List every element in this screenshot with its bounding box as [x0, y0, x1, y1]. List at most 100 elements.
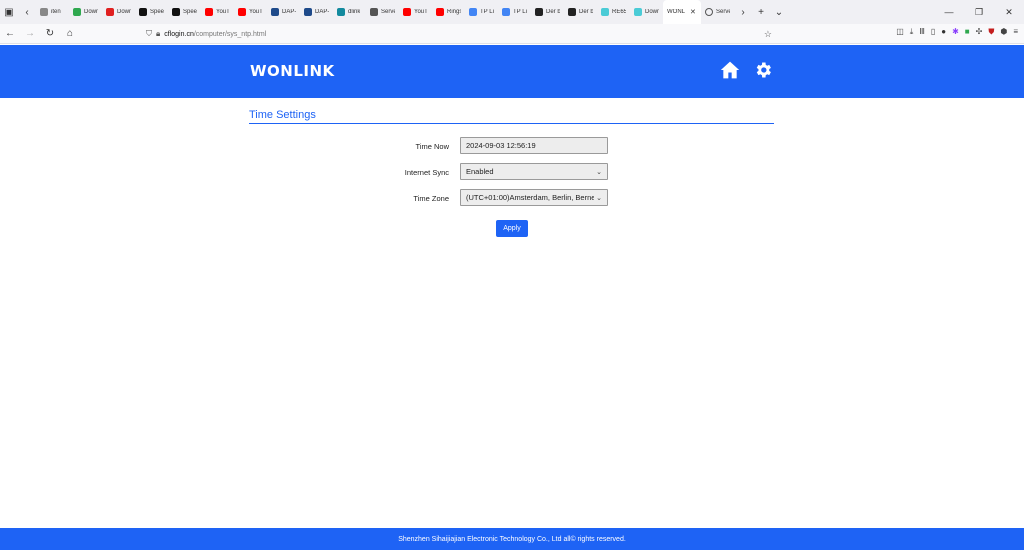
tplink-icon	[634, 8, 642, 16]
tab-overview-icon[interactable]: ▣	[0, 0, 18, 24]
tab-title: Der be	[579, 9, 593, 15]
browser-tab[interactable]: Down	[630, 0, 663, 24]
browser-tab[interactable]: Der be	[564, 0, 597, 24]
dlink-icon	[337, 8, 345, 16]
opera-icon	[106, 8, 114, 16]
tab-title: TP Lin	[480, 9, 494, 15]
home-icon[interactable]	[720, 60, 740, 80]
url-host: cflogin.cn	[164, 30, 194, 38]
url-bar[interactable]: ⛉ 🔒︎ cflogin.cn /computer/sys_ntp.html ☆	[140, 26, 772, 42]
extension-dark-icon[interactable]: ⬢	[1000, 27, 1007, 37]
browser-tab[interactable]: YouTu	[201, 0, 234, 24]
pocket-icon[interactable]: ◫	[896, 27, 904, 37]
wonlink-logo[interactable]: WONLINK	[250, 62, 335, 80]
close-tab-icon[interactable]: ✕	[690, 8, 696, 16]
close-window-icon[interactable]: ✕	[994, 7, 1024, 18]
time-zone-label: Time Zone	[413, 194, 449, 203]
sidebar-icon[interactable]: ▯	[931, 27, 935, 37]
lock-icon[interactable]: 🔒︎	[156, 29, 160, 39]
browser-tab[interactable]: Server	[366, 0, 399, 24]
browser-tab[interactable]: Rings	[432, 0, 465, 24]
tab-server[interactable]: Serve	[701, 0, 734, 24]
shield-icon	[73, 8, 81, 16]
account-icon[interactable]: ●	[941, 27, 946, 37]
browser-tab[interactable]: DAP-	[300, 0, 333, 24]
browser-tab[interactable]: TP Lin	[498, 0, 531, 24]
back-icon[interactable]: ←	[0, 28, 20, 39]
restore-icon[interactable]: ❐	[964, 7, 994, 18]
browser-tab[interactable]: Der be	[531, 0, 564, 24]
page-icon	[40, 8, 48, 16]
youtube-icon	[403, 8, 411, 16]
menu-hamburger-icon[interactable]: ≡	[1013, 27, 1018, 37]
tab-title: Rings	[447, 9, 461, 15]
tab-title: DAP-	[315, 9, 329, 15]
internet-sync-label: Internet Sync	[404, 168, 449, 177]
tab-title: Speed	[183, 9, 197, 15]
apply-button[interactable]: Apply	[496, 220, 528, 237]
browser-tab[interactable]: Down	[69, 0, 102, 24]
tplink-icon	[601, 8, 609, 16]
info-icon	[370, 8, 378, 16]
reload-icon[interactable]: ↻	[40, 28, 60, 39]
browser-tab[interactable]: RE655	[597, 0, 630, 24]
browser-tab-strip: ▣ ‹ iten Down Down Speed Speed YouTu YouTu DAP-…	[0, 0, 1024, 24]
extensions-puzzle-icon[interactable]: ✣	[976, 27, 983, 37]
google-icon	[502, 8, 510, 16]
url-path: /computer/sys_ntp.html	[193, 30, 267, 38]
chevron-down-icon: ⌄	[596, 168, 602, 176]
browser-tab[interactable]: YouTu	[234, 0, 267, 24]
time-zone-select[interactable]: (UTC+01:00)Amsterdam, Berlin, Berne, ⌄	[460, 189, 608, 206]
tab-title: Serve	[716, 9, 730, 15]
browser-tab[interactable]: YouTu	[399, 0, 432, 24]
list-tabs-chevron-icon[interactable]: ⌄	[770, 0, 788, 24]
tab-active[interactable]: WONL ✕	[663, 0, 701, 24]
title-divider	[249, 123, 774, 124]
downloads-icon[interactable]: ⤓	[910, 27, 914, 37]
extension-green-icon[interactable]: ■	[965, 27, 970, 37]
footer: Shenzhen Sihaijiajian Electronic Technol…	[0, 528, 1024, 550]
tab-title: DAP-	[282, 9, 296, 15]
tab-title: Down	[645, 9, 659, 15]
tab-title: YouTu	[249, 9, 263, 15]
internet-sync-select[interactable]: Enabled ⌄	[460, 163, 608, 180]
library-icon[interactable]: Ⅲ	[919, 27, 925, 37]
tab-title: Down	[117, 9, 131, 15]
speedtest-icon	[139, 8, 147, 16]
browser-tab[interactable]: Speed	[135, 0, 168, 24]
time-now-value: 2024-09-03 12:56:19	[466, 141, 536, 150]
youtube-icon	[205, 8, 213, 16]
tab-list: iten Down Down Speed Speed YouTu YouTu DAP- DAP-…	[36, 0, 663, 24]
tab-title: dlink	[348, 9, 361, 15]
home-icon[interactable]: ⌂	[60, 28, 80, 39]
tab-title: YouTu	[414, 9, 428, 15]
bookmark-star-icon[interactable]: ☆	[764, 29, 772, 40]
new-tab-icon[interactable]: +	[752, 0, 770, 24]
gear-icon[interactable]	[753, 60, 773, 80]
browser-tab[interactable]: iten	[36, 0, 69, 24]
extension-purple-icon[interactable]: ✱	[952, 27, 959, 37]
footer-copyright: Shenzhen Sihaijiajian Electronic Technol…	[398, 535, 626, 543]
tab-title: Server	[381, 9, 395, 15]
scroll-tabs-right-icon[interactable]: ›	[734, 0, 752, 24]
ublock-icon[interactable]: ⛊	[988, 27, 994, 37]
dlink-icon	[304, 8, 312, 16]
browser-tab[interactable]: Down	[102, 0, 135, 24]
info-icon	[705, 8, 713, 16]
speedtest-icon	[172, 8, 180, 16]
tab-title: WONL	[667, 9, 685, 15]
browser-tab[interactable]: DAP-	[267, 0, 300, 24]
scroll-tabs-left-icon[interactable]: ‹	[18, 0, 36, 24]
youtube-icon	[238, 8, 246, 16]
site-header: WONLINK	[0, 45, 1024, 98]
browser-tab[interactable]: Speed	[168, 0, 201, 24]
minimize-icon[interactable]: —	[934, 7, 964, 18]
forward-icon[interactable]: →	[20, 28, 40, 39]
browser-tab[interactable]: TP Lin	[465, 0, 498, 24]
toolbar-icons: ◫ ⤓ Ⅲ ▯ ● ✱ ■ ✣ ⛊ ⬢ ≡	[896, 27, 1018, 37]
shield-icon[interactable]: ⛉	[146, 29, 152, 39]
tab-title: iten	[51, 9, 61, 15]
tab-title: RE655	[612, 9, 626, 15]
tab-title: Speed	[150, 9, 164, 15]
browser-tab[interactable]: dlink	[333, 0, 366, 24]
